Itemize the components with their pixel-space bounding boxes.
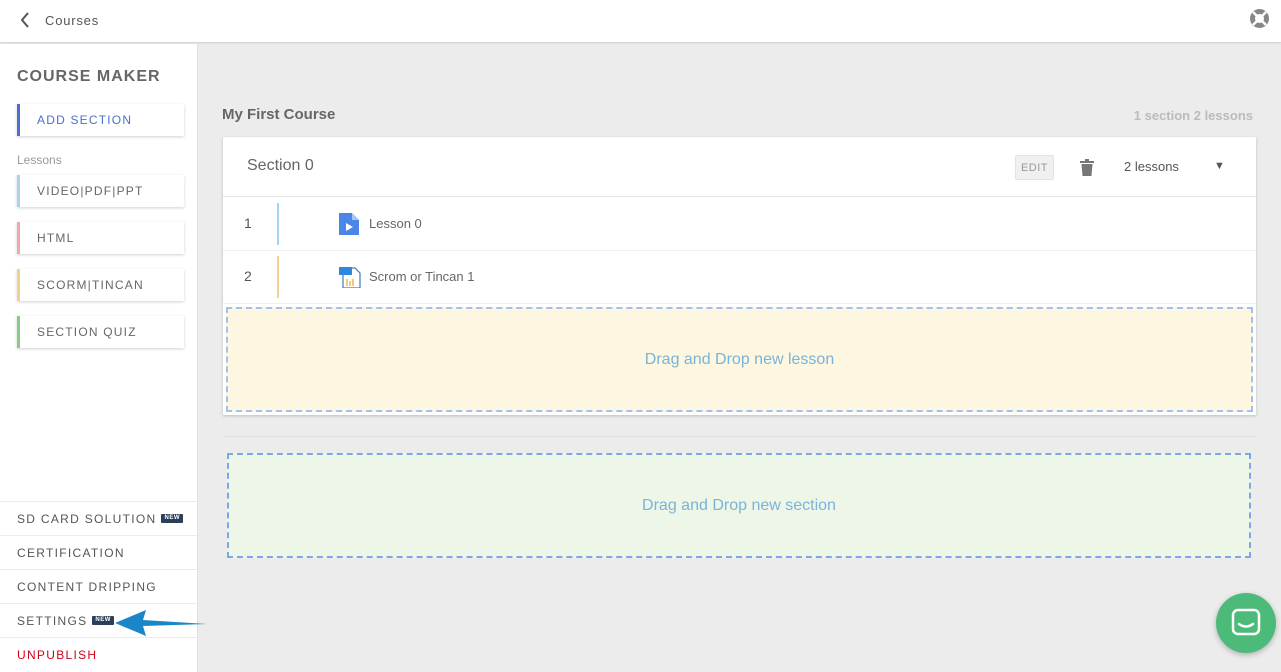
drop-new-lesson-zone[interactable]: Drag and Drop new lesson (226, 307, 1253, 412)
back-label: Courses (45, 12, 100, 28)
edit-section-button[interactable]: EDIT (1015, 155, 1054, 180)
video-pdf-ppt-lesson-button[interactable]: VIDEO|PDF|PPT (17, 175, 184, 207)
course-title: My First Course (222, 106, 336, 123)
course-summary: 1 section 2 lessons (1133, 108, 1253, 123)
annotation-arrow-icon (115, 610, 207, 636)
lesson-count: 2 lessons (1124, 159, 1179, 174)
lesson-title: Scrom or Tincan 1 (369, 269, 475, 284)
divider (223, 436, 1256, 437)
lesson-type-bar (277, 256, 279, 298)
trash-icon[interactable] (1080, 159, 1094, 176)
certification-item[interactable]: CERTIFICATION (0, 535, 197, 569)
video-file-icon (339, 213, 359, 235)
chat-icon (1231, 608, 1261, 636)
section-card: Section 0 EDIT 2 lessons ▼ 1 Lesson 0 2 (223, 137, 1256, 415)
help-lifebuoy-icon[interactable] (1249, 8, 1270, 29)
lessons-label: Lessons (17, 153, 62, 167)
caret-down-icon[interactable]: ▼ (1214, 160, 1225, 172)
sidebar-title: COURSE MAKER (17, 68, 161, 85)
zip-file-icon (339, 266, 361, 289)
lesson-number: 2 (244, 268, 252, 284)
lesson-row[interactable]: 2 Scrom or Tincan 1 (223, 251, 1256, 304)
chat-launcher-button[interactable] (1216, 593, 1276, 653)
chevron-left-icon (17, 10, 33, 30)
section-header: Section 0 EDIT 2 lessons ▼ (223, 137, 1256, 197)
lesson-title: Lesson 0 (369, 216, 422, 231)
lesson-type-bar (277, 203, 279, 245)
add-section-button[interactable]: ADD SECTION (17, 104, 184, 136)
lesson-number: 1 (244, 215, 252, 231)
new-badge: NEW (161, 514, 183, 523)
scorm-tincan-lesson-button[interactable]: SCORM|TINCAN (17, 269, 184, 301)
unpublish-item[interactable]: UNPUBLISH (0, 637, 197, 671)
back-to-courses-link[interactable]: Courses (17, 10, 99, 30)
html-lesson-button[interactable]: HTML (17, 222, 184, 254)
sd-card-solution-label: SD CARD SOLUTION (17, 511, 157, 526)
section-name: Section 0 (247, 157, 314, 174)
lesson-row[interactable]: 1 Lesson 0 (223, 198, 1256, 251)
sd-card-solution-item[interactable]: SD CARD SOLUTION NEW (0, 501, 197, 535)
content-dripping-item[interactable]: CONTENT DRIPPING (0, 569, 197, 603)
drop-new-section-zone[interactable]: Drag and Drop new section (227, 453, 1251, 558)
settings-label: SETTINGS (17, 613, 88, 628)
new-badge: NEW (92, 616, 114, 625)
top-bar: Courses (0, 0, 1281, 43)
sidebar: COURSE MAKER ADD SECTION Lessons VIDEO|P… (0, 44, 198, 672)
sidebar-menu: SD CARD SOLUTION NEW CERTIFICATION CONTE… (0, 501, 197, 671)
section-quiz-button[interactable]: SECTION QUIZ (17, 316, 184, 348)
